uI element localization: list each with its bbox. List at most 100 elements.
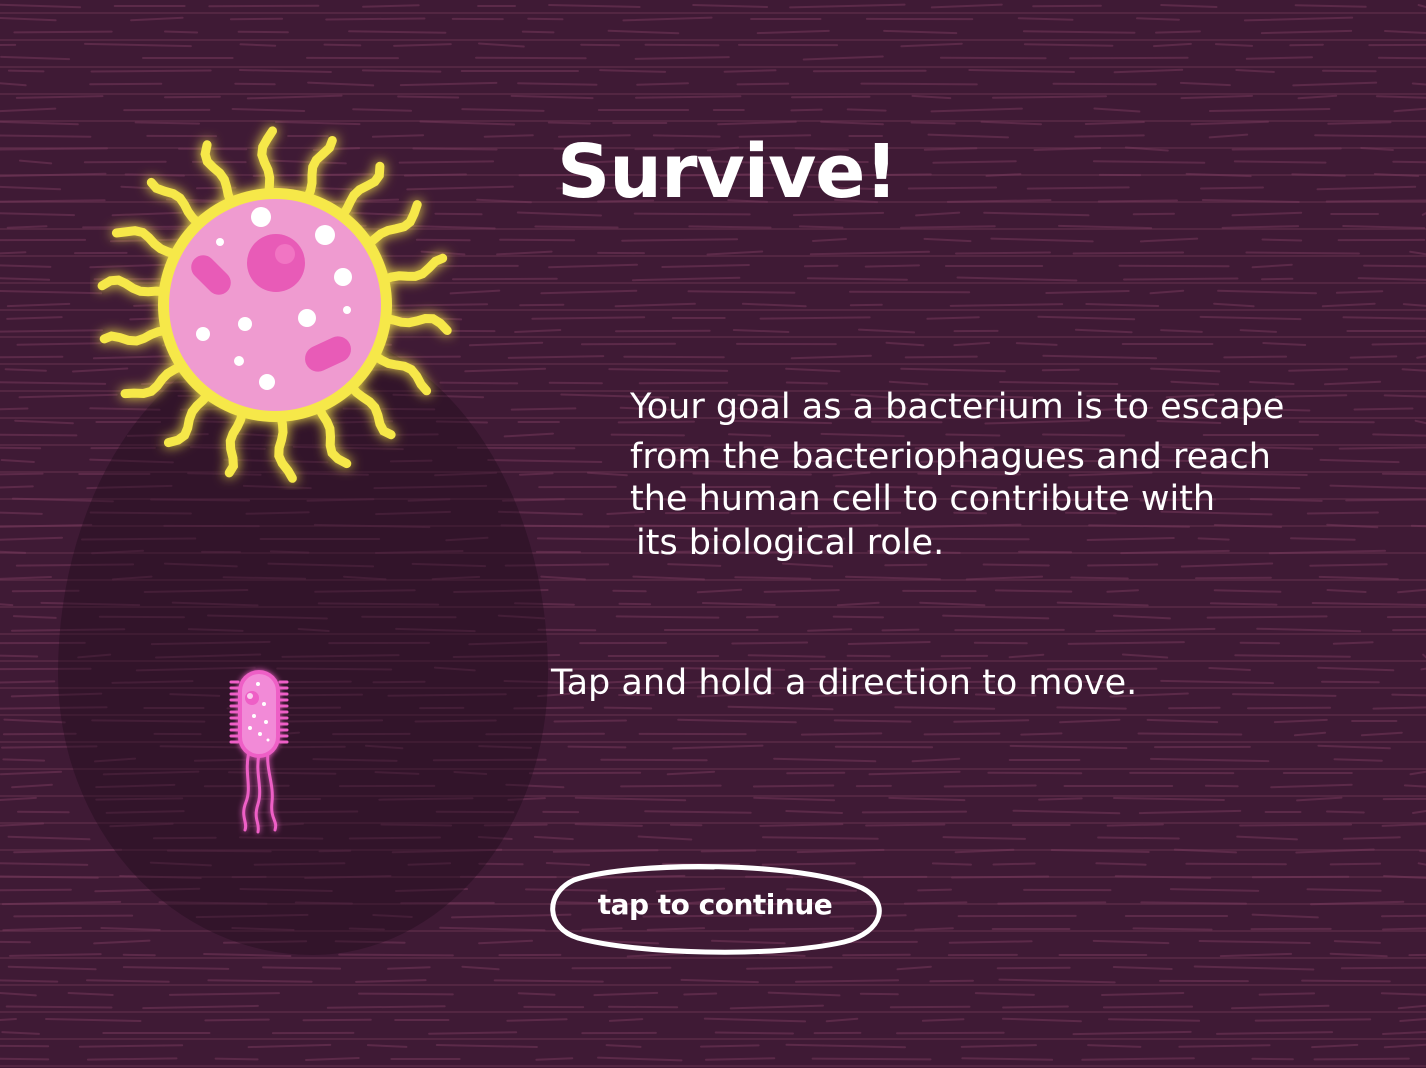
background-streak: [537, 628, 597, 632]
background-streak: [723, 69, 777, 73]
background-streak: [926, 316, 980, 320]
background-streak: [0, 251, 27, 255]
background-streak: [1093, 107, 1141, 113]
background-streak: [362, 4, 420, 8]
background-streak: [868, 770, 961, 776]
background-streak: [1056, 706, 1127, 710]
background-streak: [1416, 355, 1426, 359]
background-streak: [1074, 134, 1145, 138]
background-streak: [1097, 836, 1180, 840]
background-streak: [973, 641, 1028, 645]
background-streak: [1033, 147, 1102, 151]
background-streak: [762, 836, 879, 840]
cell-cilium: [274, 412, 297, 483]
background-streak: [1382, 1031, 1426, 1035]
background-streak: [1234, 654, 1351, 658]
background-streak: [528, 771, 642, 775]
background-streak: [1258, 992, 1316, 996]
background-streak: [1153, 42, 1192, 48]
background-streak: [1200, 186, 1264, 190]
background-streak: [700, 849, 757, 853]
background-streak: [1393, 107, 1426, 113]
background-streak: [239, 43, 277, 47]
background-streak: [1349, 355, 1398, 359]
background-streak: [355, 979, 427, 983]
background-streak: [921, 1018, 965, 1022]
background-streak: [637, 835, 693, 841]
background-streak: [791, 95, 871, 99]
background-streak: [86, 979, 170, 983]
background-streak: [636, 82, 689, 86]
background-streak: [100, 927, 161, 931]
cell-cilium: [163, 390, 213, 448]
background-streak: [1198, 940, 1311, 944]
background-streak: [696, 588, 743, 594]
background-streak: [1208, 108, 1331, 112]
background-streak: [1311, 602, 1426, 606]
background-streak: [164, 30, 199, 34]
background-streak: [247, 1043, 332, 1049]
background-streak: [507, 355, 605, 359]
cell-cilium: [97, 275, 169, 297]
background-streak: [567, 745, 627, 749]
background-streak: [919, 601, 986, 607]
background-streak: [946, 199, 1052, 203]
background-streak: [493, 979, 604, 983]
background-streak: [475, 56, 587, 60]
background-streak: [1085, 303, 1160, 307]
background-streak: [0, 407, 29, 411]
background-streak: [469, 341, 544, 347]
background-streak: [1306, 888, 1382, 892]
background-streak: [736, 82, 790, 86]
cell-cilium: [364, 200, 422, 249]
background-streak: [531, 316, 646, 320]
background-streak: [204, 1018, 270, 1022]
background-streak: [7, 835, 91, 841]
bacterium-player-icon[interactable]: [222, 662, 298, 842]
tap-to-continue-button[interactable]: tap to continue: [544, 858, 886, 958]
cell-cilium: [120, 361, 186, 399]
background-streak: [496, 250, 553, 256]
background-streak: [506, 1018, 568, 1022]
background-streak: [130, 16, 184, 22]
background-streak: [1084, 121, 1145, 125]
background-streak: [0, 212, 75, 217]
background-streak: [552, 849, 659, 853]
goal-line-1: Your goal as a bacterium is to escape: [630, 387, 1285, 427]
background-streak: [548, 4, 641, 8]
background-streak: [1342, 316, 1426, 320]
background-streak: [747, 654, 826, 658]
background-streak: [714, 1031, 794, 1035]
background-streak: [622, 16, 713, 22]
background-streak: [600, 758, 708, 762]
goal-line-3: the human cell to contribute with: [630, 479, 1216, 519]
background-streak: [0, 289, 103, 295]
background-streak: [860, 82, 978, 86]
background-streak: [677, 718, 797, 724]
background-streak: [759, 316, 871, 320]
background-streak: [1343, 836, 1401, 840]
continue-label[interactable]: tap to continue: [544, 888, 886, 921]
background-streak: [795, 979, 900, 983]
background-streak: [519, 472, 554, 476]
background-streak: [208, 4, 320, 8]
background-streak: [6, 302, 71, 308]
background-streak: [84, 42, 192, 48]
background-streak: [1136, 17, 1180, 21]
background-streak: [1121, 653, 1169, 659]
background-streak: [1383, 1043, 1426, 1049]
background-streak: [1357, 277, 1426, 281]
background-streak: [1316, 185, 1417, 191]
background-streak: [1206, 615, 1328, 619]
background-streak: [615, 329, 711, 333]
background-streak: [688, 225, 772, 229]
background-streak: [1217, 289, 1317, 295]
background-streak: [1081, 1057, 1195, 1061]
background-streak: [1293, 731, 1327, 737]
background-streak: [965, 575, 1044, 581]
background-streak: [1160, 679, 1274, 685]
background-streak: [1412, 810, 1426, 814]
background-streak: [1401, 368, 1426, 372]
background-streak: [1160, 4, 1218, 8]
background-streak: [325, 17, 426, 21]
